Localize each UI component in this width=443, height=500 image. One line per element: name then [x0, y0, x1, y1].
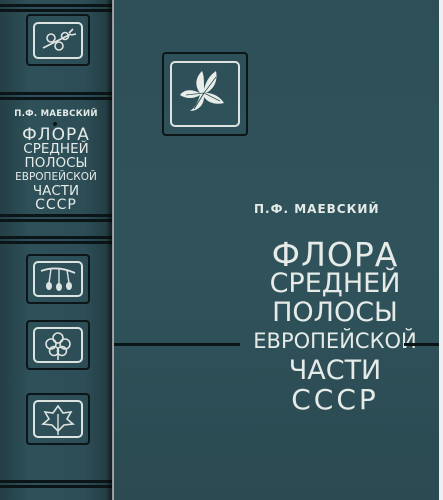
spine-title: ФЛОРА СРЕДНЕЙ ПОЛОСЫ ЕВРОПЕЙСКОЙ ЧАСТИ С…	[0, 125, 112, 213]
spine-rule-mid-1	[0, 92, 112, 95]
spine-emblem-inner-3	[33, 327, 83, 363]
front-emblem-inner	[170, 61, 240, 127]
spine-title-line-5: ЧАСТИ	[32, 183, 80, 199]
front-title-line-3: ПОЛОСЫ	[272, 297, 398, 328]
spine-rule-top-1	[0, 4, 112, 7]
spine-rule-lower-3	[0, 236, 112, 239]
front-title-line-4: ЕВРОПЕЙСКОЙ	[253, 329, 417, 353]
spine-title-line-1: ФЛОРА	[22, 125, 90, 145]
front-title: ФЛОРА СРЕДНЕЙ ПОЛОСЫ ЕВРОПЕЙСКОЙ ЧАСТИ С…	[230, 235, 440, 416]
flower-icon	[45, 332, 71, 360]
page-edge	[439, 0, 443, 500]
spine-title-line-6: СССР	[35, 197, 77, 213]
front-title-line-2: СРЕДНЕЙ	[269, 268, 401, 299]
berry-branch-icon	[42, 28, 77, 51]
spine-rule-bottom-1	[0, 480, 112, 483]
spine-rule-lower-4	[0, 241, 112, 244]
maple-leaf-icon	[180, 71, 224, 111]
front-title-line-5: ЧАСТИ	[288, 355, 382, 386]
spine-author: П.Ф. МАЕВСКИЙ	[14, 109, 98, 119]
fruit-twig-icon	[40, 267, 76, 291]
spine-rule-bottom-2	[0, 485, 112, 488]
spine-title-line-3: ПОЛОСЫ	[24, 155, 88, 171]
spine-emblem-inner-top	[33, 22, 83, 59]
spine-rule-mid-2	[0, 97, 112, 100]
spine-rule-lower-2	[0, 219, 112, 222]
front-title-line-1: ФЛОРА	[271, 235, 399, 274]
spine-rule-lower-1	[0, 214, 112, 217]
leaf-icon	[41, 404, 75, 435]
front-author: П.Ф. МАЕВСКИЙ	[254, 202, 380, 216]
front-rule-right	[404, 343, 440, 346]
spine-rule-top-2	[0, 9, 112, 12]
spine-title-line-4: ЕВРОПЕЙСКОЙ	[15, 171, 97, 183]
front-rule	[114, 343, 240, 346]
spine-title-line-2: СРЕДНЕЙ	[23, 141, 89, 157]
spine-emblem-inner-2	[33, 261, 83, 297]
front-title-line-6: СССР	[291, 383, 379, 416]
book-cover: П.Ф. МАЕВСКИЙ ФЛОРА СРЕДНЕЙ ПОЛОСЫ ЕВРОП…	[0, 0, 443, 500]
spine-emblem-inner-4	[33, 400, 83, 438]
